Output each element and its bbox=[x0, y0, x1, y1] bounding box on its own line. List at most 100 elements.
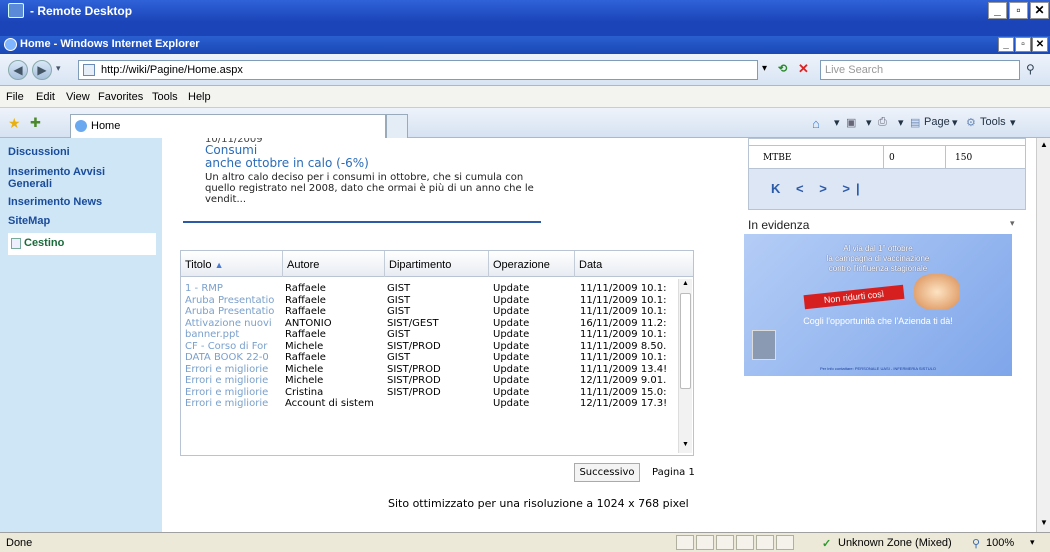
table-row[interactable]: Errori e migliorie Michele SIST/PROD Update… bbox=[181, 364, 676, 375]
pager-controls[interactable]: K < > >| bbox=[771, 181, 866, 196]
page-scroll-down-icon[interactable]: ▼ bbox=[1040, 518, 1048, 527]
table-scrollbar[interactable]: ▲ ▼ bbox=[678, 279, 692, 453]
new-tab-button[interactable] bbox=[386, 114, 408, 138]
security-zone[interactable]: Unknown Zone (Mixed) bbox=[838, 537, 952, 549]
next-page-button[interactable]: Successivo bbox=[574, 463, 640, 482]
sidebar-item-discussioni[interactable]: Discussioni bbox=[8, 146, 158, 158]
column-data[interactable]: Data bbox=[575, 251, 693, 277]
feeds-dropdown-icon[interactable]: ▾ bbox=[866, 116, 872, 129]
print-icon[interactable]: ⎙ bbox=[878, 116, 887, 129]
cell-data: 12/11/2009 17.3! bbox=[580, 398, 668, 409]
rd-minimize-button[interactable]: _ bbox=[988, 2, 1007, 19]
page-menu[interactable]: Page bbox=[924, 116, 950, 128]
menu-favorites[interactable]: Favorites bbox=[98, 91, 143, 103]
refresh-icon[interactable]: ⟲ bbox=[778, 62, 787, 75]
evidenza-dropdown-icon[interactable]: ▾ bbox=[1010, 218, 1015, 229]
column-operazione[interactable]: Operazione bbox=[489, 251, 575, 277]
sidebar-item-inserimento-avvisi[interactable]: Inserimento Avvisi Generali bbox=[8, 166, 148, 190]
menu-bar: File Edit View Favorites Tools Help bbox=[0, 86, 1050, 108]
zoom-level[interactable]: 100% bbox=[986, 537, 1014, 549]
rd-restore-button[interactable]: ▫ bbox=[1009, 2, 1028, 19]
cell-data: 11/11/2009 10.1: bbox=[580, 352, 667, 363]
cell-autore: ANTONIO bbox=[285, 317, 332, 329]
cell-titolo[interactable]: Aruba Presentatio bbox=[185, 306, 283, 317]
scroll-down-icon[interactable]: ▼ bbox=[682, 441, 689, 448]
menu-file[interactable]: File bbox=[6, 91, 24, 103]
forward-button[interactable]: ▶ bbox=[32, 60, 52, 80]
home-dropdown-icon[interactable]: ▾ bbox=[834, 116, 840, 129]
history-dropdown-icon[interactable]: ▾ bbox=[56, 63, 61, 74]
column-dipartimento[interactable]: Dipartimento bbox=[385, 251, 489, 277]
search-icon[interactable]: ⚲ bbox=[1026, 62, 1035, 76]
right-table-pager: K < > >| bbox=[749, 169, 1025, 209]
table-row[interactable]: Errori e migliorie Account di sistem Updat… bbox=[181, 398, 676, 409]
cell-titolo[interactable]: DATA BOOK 22-0 bbox=[185, 352, 283, 363]
remote-desktop-title: - Remote Desktop bbox=[30, 4, 133, 18]
cell-autore: Michele bbox=[285, 375, 324, 386]
add-favorites-icon[interactable]: ✚ bbox=[30, 115, 41, 131]
documents-table: Titolo ▲ Autore Dipartimento Operazione … bbox=[180, 250, 694, 456]
cell-titolo[interactable]: CF - Corso di For bbox=[185, 341, 283, 352]
address-dropdown-icon[interactable]: ▾ bbox=[762, 63, 767, 74]
ie-minimize-button[interactable]: _ bbox=[998, 37, 1014, 52]
table-row[interactable]: banner.ppt Raffaele GIST Update 11/11/2009 1… bbox=[181, 329, 676, 340]
address-field[interactable]: http://wiki/Pagine/Home.aspx bbox=[78, 60, 758, 80]
cell-titolo[interactable]: Errori e migliorie bbox=[185, 398, 283, 409]
page-scrollbar[interactable]: ▲ ▼ bbox=[1036, 138, 1050, 532]
column-autore[interactable]: Autore bbox=[283, 251, 385, 277]
cell-titolo[interactable]: Errori e migliorie bbox=[185, 387, 283, 398]
vaccination-banner[interactable]: Al via dal 1° ottobre la campagna di vac… bbox=[744, 234, 1012, 376]
menu-help[interactable]: Help bbox=[188, 91, 211, 103]
feeds-icon[interactable]: ▣ bbox=[846, 116, 856, 129]
right-row-value2: 150 bbox=[955, 153, 973, 163]
table-scroll-thumb[interactable] bbox=[680, 293, 691, 389]
tools-menu[interactable]: Tools bbox=[980, 116, 1006, 128]
tools-dropdown-icon[interactable]: ▾ bbox=[1010, 116, 1016, 129]
menu-view[interactable]: View bbox=[66, 91, 90, 103]
right-col-divider bbox=[883, 146, 884, 168]
menu-edit[interactable]: Edit bbox=[36, 91, 55, 103]
sidebar-item-inserimento-news[interactable]: Inserimento News bbox=[8, 196, 158, 208]
cell-dipartimento: GIST bbox=[387, 294, 411, 306]
cell-titolo[interactable]: Errori e migliorie bbox=[185, 364, 283, 375]
table-row[interactable]: DATA BOOK 22-0 Raffaele GIST Update 11/11/20… bbox=[181, 352, 676, 363]
cell-autore: Cristina bbox=[285, 386, 324, 398]
cell-dipartimento: GIST bbox=[387, 352, 411, 363]
table-row[interactable]: Errori e migliorie Michele SIST/PROD Update… bbox=[181, 375, 676, 386]
cell-titolo[interactable]: Attivazione nuovi bbox=[185, 318, 283, 329]
zone-check-icon: ✓ bbox=[822, 538, 832, 550]
sidebar-item-cestino[interactable]: Cestino bbox=[8, 233, 156, 255]
page-dropdown-icon[interactable]: ▾ bbox=[952, 116, 958, 129]
table-row[interactable]: Aruba Presentatio Raffaele GIST Update 11/11… bbox=[181, 306, 676, 317]
column-titolo[interactable]: Titolo ▲ bbox=[181, 251, 283, 277]
table-row[interactable]: Errori e migliorie Cristina SIST/PROD Updat… bbox=[181, 387, 676, 398]
print-dropdown-icon[interactable]: ▾ bbox=[898, 116, 904, 129]
cell-titolo[interactable]: 1 - RMP bbox=[185, 283, 283, 294]
stop-icon[interactable]: ✕ bbox=[798, 61, 809, 77]
menu-tools[interactable]: Tools bbox=[152, 91, 178, 103]
news-title-line2[interactable]: anche ottobre in calo (-6%) bbox=[205, 157, 545, 170]
status-cell bbox=[716, 535, 734, 550]
ie-close-button[interactable]: ✕ bbox=[1032, 37, 1048, 52]
tab-home[interactable]: Home bbox=[70, 114, 386, 138]
cell-titolo[interactable]: banner.ppt bbox=[185, 329, 283, 340]
ie-restore-button[interactable]: ▫ bbox=[1015, 37, 1031, 52]
table-row[interactable]: 1 - RMP Raffaele GIST Update 11/11/2009 10.1… bbox=[181, 283, 676, 294]
cell-dipartimento: SIST/PROD bbox=[387, 363, 441, 375]
zoom-icon: ⚲ bbox=[972, 538, 981, 550]
zoom-dropdown-icon[interactable]: ▾ bbox=[1030, 537, 1035, 548]
scroll-up-icon[interactable]: ▲ bbox=[682, 280, 689, 287]
sidebar-item-sitemap[interactable]: SiteMap bbox=[8, 215, 158, 227]
cell-titolo[interactable]: Errori e migliorie bbox=[185, 375, 283, 386]
home-icon[interactable]: ⌂ bbox=[812, 116, 820, 131]
status-text: Done bbox=[6, 537, 33, 549]
table-row[interactable]: Attivazione nuovi ANTONIO SIST/GEST Update 1… bbox=[181, 318, 676, 329]
favorites-star-icon[interactable]: ★ bbox=[8, 115, 21, 132]
search-input[interactable]: Live Search bbox=[820, 60, 1020, 80]
rd-close-button[interactable]: ✕ bbox=[1030, 2, 1049, 19]
table-row[interactable]: CF - Corso di For Michele SIST/PROD Update 1… bbox=[181, 341, 676, 352]
back-button[interactable]: ◀ bbox=[8, 60, 28, 80]
cell-titolo[interactable]: Aruba Presentatio bbox=[185, 295, 283, 306]
page-scroll-up-icon[interactable]: ▲ bbox=[1040, 140, 1048, 149]
table-row[interactable]: Aruba Presentatio Raffaele GIST Update 11/11… bbox=[181, 295, 676, 306]
